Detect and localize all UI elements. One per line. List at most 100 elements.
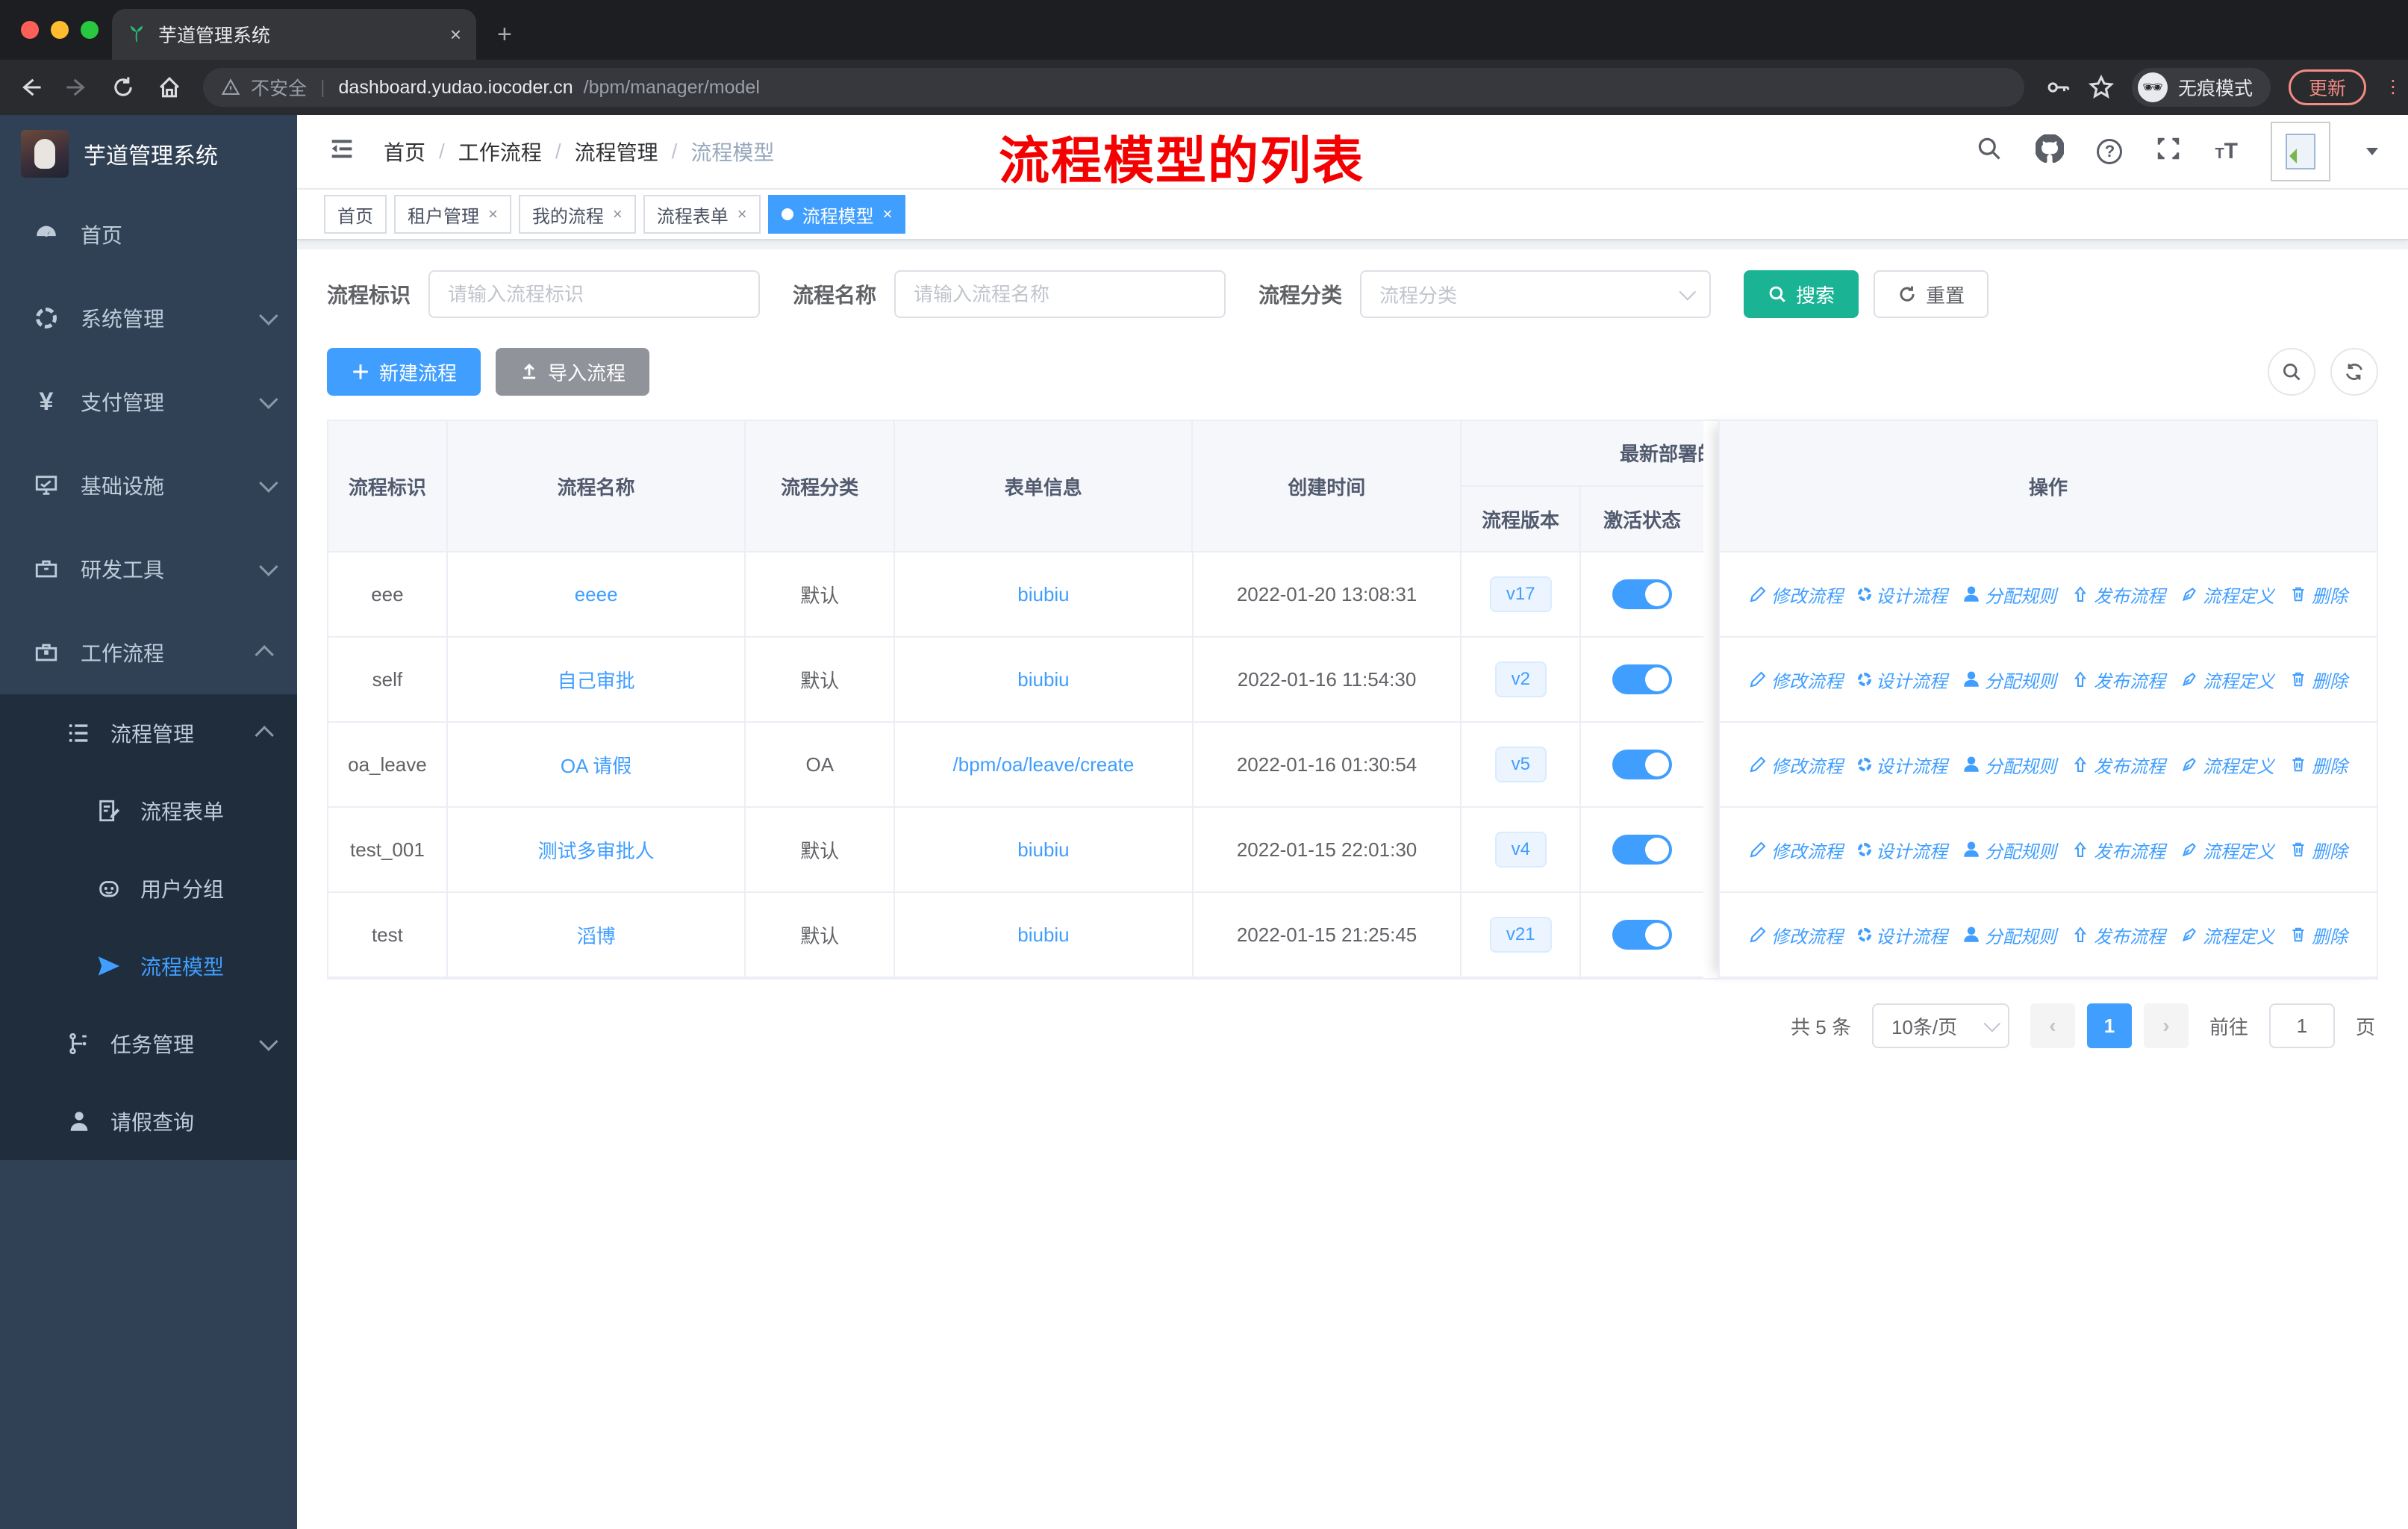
edit-process-link[interactable]: 修改流程 [1749,922,1843,948]
assign-rule-link[interactable]: 分配规则 [1962,922,2056,948]
publish-process-link[interactable]: 发布流程 [2071,837,2165,863]
form-info-link[interactable]: /bpm/oa/leave/create [953,753,1135,776]
sidebar-item-workflow[interactable]: 工作流程 [0,611,297,694]
prev-page-button[interactable]: ‹ [2030,1003,2075,1048]
minimize-window-button[interactable] [51,21,69,39]
active-toggle[interactable] [1612,750,1673,779]
delete-link[interactable]: 删除 [2289,667,2348,693]
version-badge[interactable]: v2 [1494,661,1547,697]
close-icon[interactable]: × [737,205,747,224]
process-definition-link[interactable]: 流程定义 [2180,752,2274,778]
version-badge[interactable]: v5 [1494,747,1547,782]
avatar[interactable] [2271,122,2330,181]
version-badge[interactable]: v4 [1494,832,1547,868]
active-toggle[interactable] [1612,835,1673,865]
form-info-link[interactable]: biubiu [1017,838,1069,862]
version-badge[interactable]: v21 [1489,917,1552,953]
delete-link[interactable]: 删除 [2289,837,2348,863]
form-info-link[interactable]: biubiu [1017,668,1069,691]
tag-process-model[interactable]: 流程模型 × [767,195,906,234]
process-definition-link[interactable]: 流程定义 [2180,582,2274,608]
process-name-link[interactable]: 自己审批 [558,666,635,694]
assign-rule-link[interactable]: 分配规则 [1962,752,2056,778]
tag-my-process[interactable]: 我的流程 × [518,195,636,234]
sidebar-item-process-model[interactable]: 流程模型 [0,927,297,1005]
design-process-link[interactable]: 设计流程 [1858,667,1947,693]
close-icon[interactable]: × [613,205,623,224]
page-size-select[interactable]: 10条/页 [1871,1003,2009,1048]
active-toggle[interactable] [1612,579,1673,609]
reset-button[interactable]: 重置 [1874,270,1989,318]
tag-tenant[interactable]: 租户管理 × [394,195,511,234]
process-name-input[interactable] [894,270,1226,318]
tab-close-icon[interactable]: × [450,23,461,46]
current-page-button[interactable]: 1 [2086,1003,2132,1048]
form-info-link[interactable]: biubiu [1017,924,1069,947]
sidebar-item-leave-query[interactable]: 请假查询 [0,1083,297,1160]
search-icon[interactable] [1976,135,2003,168]
publish-process-link[interactable]: 发布流程 [2071,752,2165,778]
edit-process-link[interactable]: 修改流程 [1749,752,1843,778]
edit-process-link[interactable]: 修改流程 [1749,667,1843,693]
refresh-table-button[interactable] [2330,348,2378,396]
home-icon[interactable] [157,75,182,100]
forward-icon[interactable] [64,75,90,100]
edit-process-link[interactable]: 修改流程 [1749,837,1843,863]
sidebar-item-process-form[interactable]: 流程表单 [0,772,297,850]
process-definition-link[interactable]: 流程定义 [2180,667,2274,693]
sidebar-item-infra[interactable]: 基础设施 [0,443,297,527]
close-icon[interactable]: × [488,205,498,224]
process-category-select[interactable]: 流程分类 [1360,270,1712,318]
search-button[interactable]: 搜索 [1744,270,1859,318]
edit-process-link[interactable]: 修改流程 [1749,582,1843,608]
new-tab-button[interactable]: + [497,20,512,49]
design-process-link[interactable]: 设计流程 [1858,922,1947,948]
publish-process-link[interactable]: 发布流程 [2071,582,2165,608]
design-process-link[interactable]: 设计流程 [1858,582,1947,608]
sidebar-item-devtools[interactable]: 研发工具 [0,527,297,611]
tag-home[interactable]: 首页 [324,195,387,234]
back-icon[interactable] [18,75,43,100]
avatar-caret-icon[interactable] [2366,148,2378,155]
delete-link[interactable]: 删除 [2289,752,2348,778]
process-name-link[interactable]: eeee [575,583,618,606]
form-info-link[interactable]: biubiu [1017,583,1069,606]
publish-process-link[interactable]: 发布流程 [2071,922,2165,948]
active-toggle[interactable] [1612,920,1673,950]
breadcrumb-item[interactable]: 工作流程 [458,137,542,166]
design-process-link[interactable]: 设计流程 [1858,752,1947,778]
delete-link[interactable]: 删除 [2289,922,2348,948]
breadcrumb-item[interactable]: 首页 [384,137,425,166]
collapse-sidebar-icon[interactable] [327,134,357,169]
assign-rule-link[interactable]: 分配规则 [1962,837,2056,863]
process-definition-link[interactable]: 流程定义 [2180,922,2274,948]
breadcrumb-item[interactable]: 流程管理 [575,137,658,166]
process-name-link[interactable]: OA 请假 [561,751,631,779]
github-icon[interactable] [2035,133,2065,169]
fullscreen-icon[interactable] [2155,135,2182,168]
active-toggle[interactable] [1612,664,1673,694]
goto-page-input[interactable] [2268,1003,2335,1048]
sidebar-item-system[interactable]: 系统管理 [0,276,297,360]
reload-icon[interactable] [110,75,136,100]
delete-link[interactable]: 删除 [2289,582,2348,608]
close-window-button[interactable] [21,21,39,39]
assign-rule-link[interactable]: 分配规则 [1962,667,2056,693]
sidebar-item-process-mgmt[interactable]: 流程管理 [0,694,297,772]
design-process-link[interactable]: 设计流程 [1858,837,1947,863]
update-button[interactable]: 更新 [2288,69,2366,105]
import-process-button[interactable]: 导入流程 [496,348,650,396]
create-process-button[interactable]: 新建流程 [327,348,481,396]
process-name-link[interactable]: 滔博 [577,921,616,949]
sidebar-item-home[interactable]: 首页 [0,193,297,276]
maximize-window-button[interactable] [81,21,99,39]
url-bar[interactable]: 不安全 | dashboard.yudao.iocoder.cn/bpm/man… [203,68,2024,107]
next-page-button[interactable]: › [2143,1003,2189,1048]
browser-tab[interactable]: 芋道管理系统 × [112,9,476,60]
bookmark-star-icon[interactable] [2088,75,2114,100]
show-search-button[interactable] [2268,348,2315,396]
help-icon[interactable]: ? [2097,139,2123,164]
sidebar-item-user-group[interactable]: 用户分组 [0,850,297,927]
key-icon[interactable] [2045,75,2071,100]
font-size-icon[interactable]: TT [2215,139,2238,164]
